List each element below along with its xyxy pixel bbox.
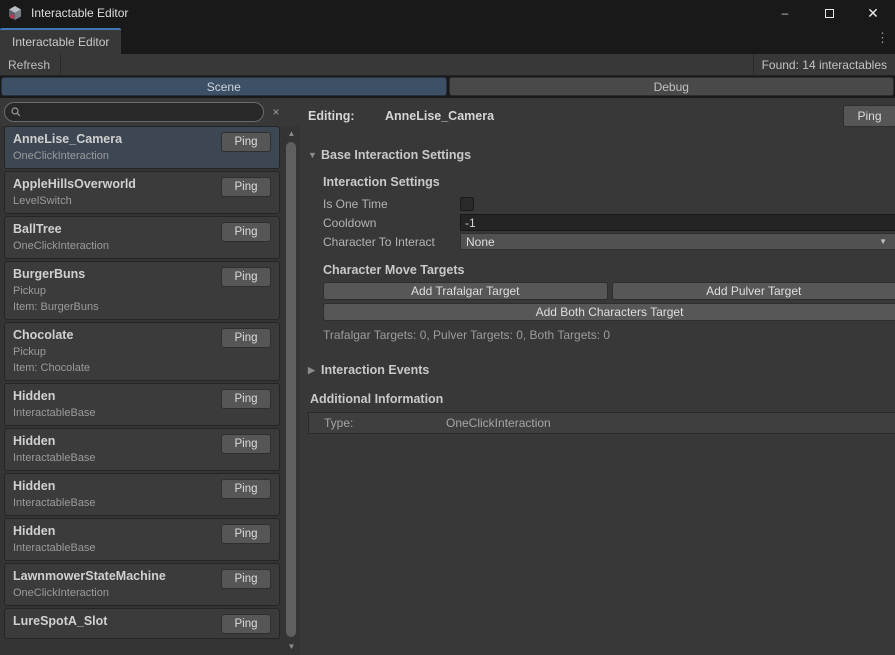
- toolbar: Refresh Found: 14 interactables: [0, 54, 895, 76]
- type-info-row: Type: OneClickInteraction: [308, 412, 895, 434]
- item-subtitle: Item: Chocolate: [13, 362, 271, 374]
- interactable-list: AnneLise_CameraOneClickInteractionPingAp…: [4, 126, 280, 655]
- base-settings-foldout[interactable]: ▼ Base Interaction Settings: [308, 148, 895, 162]
- close-button[interactable]: ✕: [851, 0, 895, 26]
- editing-row: Editing: AnneLise_Camera Ping: [308, 107, 895, 131]
- add-pulver-target-button[interactable]: Add Pulver Target: [612, 282, 895, 300]
- window-menu-icon[interactable]: ⋮: [876, 31, 889, 44]
- add-target-button-row: Add Trafalgar Target Add Pulver Target: [323, 282, 895, 300]
- detail-panel: Editing: AnneLise_Camera Ping ▼ Base Int…: [300, 98, 895, 655]
- ping-button[interactable]: Ping: [221, 328, 271, 348]
- ping-button[interactable]: Ping: [221, 267, 271, 287]
- editing-target-name: AnneLise_Camera: [385, 109, 494, 123]
- list-scrollbar[interactable]: ▲ ▼: [284, 126, 299, 655]
- ping-button[interactable]: Ping: [221, 222, 271, 242]
- interaction-events-foldout[interactable]: ▶ Interaction Events: [308, 363, 895, 377]
- cooldown-label: Cooldown: [323, 216, 460, 230]
- ping-button[interactable]: Ping: [221, 132, 271, 152]
- cooldown-input[interactable]: [460, 214, 895, 231]
- add-both-targets-button[interactable]: Add Both Characters Target: [323, 303, 895, 321]
- is-one-time-checkbox[interactable]: [460, 197, 474, 211]
- list-item[interactable]: AnneLise_CameraOneClickInteractionPing: [4, 126, 280, 169]
- ping-button[interactable]: Ping: [221, 434, 271, 454]
- cooldown-row: Cooldown: [323, 213, 895, 232]
- scene-list-panel: × AnneLise_CameraOneClickInteractionPing…: [0, 98, 300, 655]
- editor-tab-row: Interactable Editor ⋮: [0, 26, 895, 54]
- list-item[interactable]: HiddenInteractableBasePing: [4, 428, 280, 471]
- ping-button[interactable]: Ping: [221, 389, 271, 409]
- main-content: × AnneLise_CameraOneClickInteractionPing…: [0, 98, 895, 655]
- search-field[interactable]: [4, 102, 264, 122]
- window-title: Interactable Editor: [31, 6, 128, 20]
- mode-tab-bar: Scene Debug: [0, 76, 895, 98]
- search-icon: [11, 107, 21, 117]
- ping-button[interactable]: Ping: [221, 614, 271, 634]
- ping-button[interactable]: Ping: [221, 479, 271, 499]
- interactable-editor-window: Interactable Editor – ✕ Interactable Edi…: [0, 0, 895, 655]
- base-settings-section: Interaction Settings Is One Time Cooldow…: [323, 175, 895, 342]
- search-clear-button[interactable]: ×: [268, 105, 284, 119]
- maximize-button[interactable]: [807, 0, 851, 26]
- ping-button[interactable]: Ping: [221, 524, 271, 544]
- list-item[interactable]: AppleHillsOverworldLevelSwitchPing: [4, 171, 280, 214]
- tab-debug[interactable]: Debug: [449, 77, 895, 96]
- tab-scene[interactable]: Scene: [1, 77, 447, 96]
- dropdown-value: None: [466, 235, 495, 249]
- character-to-interact-row: Character To Interact None ▼: [323, 232, 895, 251]
- ping-button[interactable]: Ping: [221, 177, 271, 197]
- ping-selected-button[interactable]: Ping: [843, 105, 895, 127]
- list-item[interactable]: LureSpotA_SlotPing: [4, 608, 280, 639]
- search-row: ×: [0, 98, 300, 126]
- item-subtitle: Item: BurgerBuns: [13, 301, 271, 313]
- character-to-interact-label: Character To Interact: [323, 235, 460, 249]
- is-one-time-label: Is One Time: [323, 197, 460, 211]
- additional-information-header: Additional Information: [310, 392, 895, 406]
- list-item[interactable]: BallTreeOneClickInteractionPing: [4, 216, 280, 259]
- type-value: OneClickInteraction: [446, 416, 551, 430]
- titlebar: Interactable Editor – ✕: [0, 0, 895, 26]
- target-counts-label: Trafalgar Targets: 0, Pulver Targets: 0,…: [323, 328, 895, 342]
- list-item[interactable]: LawnmowerStateMachineOneClickInteraction…: [4, 563, 280, 606]
- chevron-down-icon: ▼: [879, 237, 887, 246]
- foldout-closed-icon: ▶: [308, 365, 321, 376]
- editing-label: Editing:: [308, 109, 355, 123]
- minimize-button[interactable]: –: [763, 0, 807, 26]
- list-item[interactable]: ChocolatePickupItem: ChocolatePing: [4, 322, 280, 381]
- interaction-settings-header: Interaction Settings: [323, 175, 895, 189]
- interaction-events-foldout-label: Interaction Events: [321, 363, 429, 377]
- add-trafalgar-target-button[interactable]: Add Trafalgar Target: [323, 282, 608, 300]
- type-label: Type:: [324, 416, 446, 430]
- tab-label: Interactable Editor: [12, 35, 109, 49]
- refresh-button[interactable]: Refresh: [0, 54, 61, 75]
- scrollbar-thumb[interactable]: [286, 142, 296, 637]
- found-count-label: Found: 14 interactables: [753, 54, 895, 75]
- base-settings-foldout-label: Base Interaction Settings: [321, 148, 471, 162]
- maximize-icon: [825, 9, 834, 18]
- search-input[interactable]: [25, 105, 257, 119]
- character-to-interact-dropdown[interactable]: None ▼: [460, 233, 895, 250]
- list-item[interactable]: HiddenInteractableBasePing: [4, 518, 280, 561]
- foldout-open-icon: ▼: [308, 150, 321, 160]
- scroll-down-icon[interactable]: ▼: [284, 639, 299, 653]
- move-targets-header: Character Move Targets: [323, 263, 895, 277]
- tab-interactable-editor[interactable]: Interactable Editor: [0, 28, 121, 54]
- list-item[interactable]: BurgerBunsPickupItem: BurgerBunsPing: [4, 261, 280, 320]
- is-one-time-row: Is One Time: [323, 194, 895, 213]
- list-item[interactable]: HiddenInteractableBasePing: [4, 383, 280, 426]
- scroll-up-icon[interactable]: ▲: [284, 126, 299, 140]
- app-cube-icon: [7, 5, 23, 21]
- list-item[interactable]: HiddenInteractableBasePing: [4, 473, 280, 516]
- toolbar-spacer: [61, 54, 753, 75]
- ping-button[interactable]: Ping: [221, 569, 271, 589]
